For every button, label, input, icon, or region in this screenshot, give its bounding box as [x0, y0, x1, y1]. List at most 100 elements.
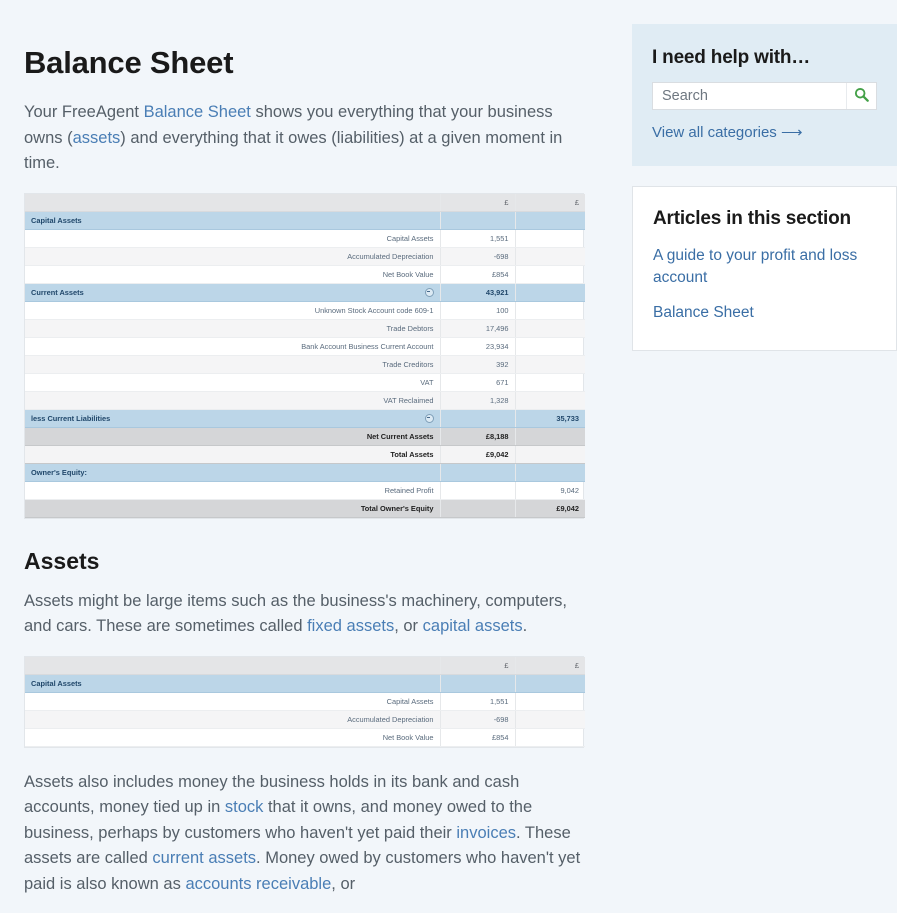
search-box[interactable]	[652, 82, 877, 110]
table-cell-label: Trade Creditors	[25, 355, 440, 373]
table-cell-label: Accumulated Depreciation	[25, 710, 440, 728]
table-cell-value-1: -698	[440, 247, 515, 265]
table-row: Retained Profit 9,042	[25, 481, 585, 499]
search-button[interactable]	[846, 83, 876, 109]
collapse-toggle-icon[interactable]	[425, 288, 434, 297]
assets-p1-text-3: .	[523, 617, 528, 635]
table-cell-value-1	[440, 481, 515, 499]
link-balance-sheet[interactable]: Balance Sheet	[144, 103, 251, 121]
table-cell-label: Net Book Value	[25, 265, 440, 283]
table-cell-value-1: £9,042	[440, 445, 515, 463]
link-fixed-assets[interactable]: fixed assets	[307, 617, 394, 635]
help-panel-title: I need help with…	[652, 46, 877, 70]
table-row: less Current Liabilities 35,733	[25, 409, 585, 427]
list-item: Balance Sheet	[653, 302, 876, 324]
table-row: Capital Assets1,551	[25, 229, 585, 247]
table-header-blank	[25, 657, 440, 675]
assets-p2-text-5: , or	[331, 875, 355, 893]
table-row: Owner's Equity:	[25, 463, 585, 481]
table-cell-value-1: £854	[440, 265, 515, 283]
view-all-categories-link[interactable]: View all categories ⟶	[652, 123, 802, 141]
table-row: Trade Creditors392	[25, 355, 585, 373]
table-cell-value-1: 671	[440, 373, 515, 391]
table-row: Accumulated Depreciation-698	[25, 247, 585, 265]
table-cell-label: Trade Debtors	[25, 319, 440, 337]
table-cell-value-1	[440, 211, 515, 229]
table-cell-value-1: £8,188	[440, 427, 515, 445]
table-cell-label: Net Book Value	[25, 728, 440, 746]
table-cell-value-1: 392	[440, 355, 515, 373]
table-row: Current Assets43,921	[25, 283, 585, 301]
table-cell-value-2	[515, 265, 585, 283]
articles-panel: Articles in this section A guide to your…	[632, 186, 897, 351]
table-row: Unknown Stock Account code 609-1100	[25, 301, 585, 319]
table-cell-value-2: 35,733	[515, 409, 585, 427]
table-cell-value-1	[440, 499, 515, 517]
intro-text-1: Your FreeAgent	[24, 103, 144, 121]
table-cell-label: Capital Assets	[25, 692, 440, 710]
table-row: Total Assets£9,042	[25, 445, 585, 463]
table-cell-value-1	[440, 409, 515, 427]
link-stock[interactable]: stock	[225, 798, 264, 816]
table-cell-value-2	[515, 337, 585, 355]
table-cell-value-1	[440, 674, 515, 692]
table-cell-value-2	[515, 463, 585, 481]
articles-list: A guide to your profit and loss account B…	[653, 245, 876, 324]
link-invoices[interactable]: invoices	[456, 824, 516, 842]
capital-assets-body: ££Capital AssetsCapital Assets1,551Accum…	[25, 657, 585, 747]
help-panel: I need help with… View all categories ⟶	[632, 24, 897, 166]
table-cell-label: Capital Assets	[25, 674, 440, 692]
balance-sheet-table: ££Capital AssetsCapital Assets1,551Accum…	[25, 194, 585, 518]
table-cell-value-2: £9,042	[515, 499, 585, 517]
page-title: Balance Sheet	[24, 44, 589, 82]
search-input[interactable]	[653, 83, 846, 109]
table-cell-label: Total Assets	[25, 445, 440, 463]
table-cell-label: less Current Liabilities	[25, 409, 440, 427]
link-accounts-receivable[interactable]: accounts receivable	[185, 875, 331, 893]
table-cell-label: Capital Assets	[25, 211, 440, 229]
assets-paragraph-2: Assets also includes money the business …	[24, 770, 589, 898]
table-row: Capital Assets	[25, 674, 585, 692]
article-link-0[interactable]: A guide to your profit and loss account	[653, 247, 857, 286]
list-item: A guide to your profit and loss account	[653, 245, 876, 289]
articles-panel-title: Articles in this section	[653, 207, 876, 231]
table-cell-value-1: -698	[440, 710, 515, 728]
table-header-blank	[25, 194, 440, 212]
table-cell-value-2	[515, 674, 585, 692]
table-header-currency: £	[440, 194, 515, 212]
table-cell-value-1: 17,496	[440, 319, 515, 337]
collapse-toggle-icon[interactable]	[425, 414, 434, 423]
table-cell-label: Accumulated Depreciation	[25, 247, 440, 265]
table-row: Total Owner's Equity£9,042	[25, 499, 585, 517]
table-row: Capital Assets1,551	[25, 692, 585, 710]
link-capital-assets[interactable]: capital assets	[423, 617, 523, 635]
table-row: Net Book Value£854	[25, 728, 585, 746]
link-assets[interactable]: assets	[73, 129, 121, 147]
table-header-currency: £	[440, 657, 515, 675]
balance-sheet-body: ££Capital AssetsCapital Assets1,551Accum…	[25, 194, 585, 518]
table-cell-label: Retained Profit	[25, 481, 440, 499]
table-cell-value-2	[515, 710, 585, 728]
intro-paragraph: Your FreeAgent Balance Sheet shows you e…	[24, 100, 589, 177]
balance-sheet-table-figure: ££Capital AssetsCapital Assets1,551Accum…	[24, 193, 584, 519]
table-header-currency: £	[515, 657, 585, 675]
table-cell-value-2	[515, 211, 585, 229]
table-cell-value-2	[515, 229, 585, 247]
table-row: VAT671	[25, 373, 585, 391]
table-cell-label: VAT	[25, 373, 440, 391]
assets-paragraph-1: Assets might be large items such as the …	[24, 589, 589, 640]
table-cell-value-2	[515, 391, 585, 409]
table-cell-value-2	[515, 427, 585, 445]
table-cell-value-2: 9,042	[515, 481, 585, 499]
table-row: Bank Account Business Current Account23,…	[25, 337, 585, 355]
table-cell-value-1	[440, 463, 515, 481]
table-cell-label: Owner's Equity:	[25, 463, 440, 481]
assets-p1-text-2: , or	[394, 617, 422, 635]
table-cell-value-2	[515, 692, 585, 710]
article-link-1[interactable]: Balance Sheet	[653, 304, 754, 321]
sidebar: I need help with… View all categories ⟶ …	[632, 24, 897, 913]
table-cell-label: Net Current Assets	[25, 427, 440, 445]
capital-assets-table: ££Capital AssetsCapital Assets1,551Accum…	[25, 657, 585, 747]
table-cell-value-1: 43,921	[440, 283, 515, 301]
link-current-assets[interactable]: current assets	[152, 849, 256, 867]
